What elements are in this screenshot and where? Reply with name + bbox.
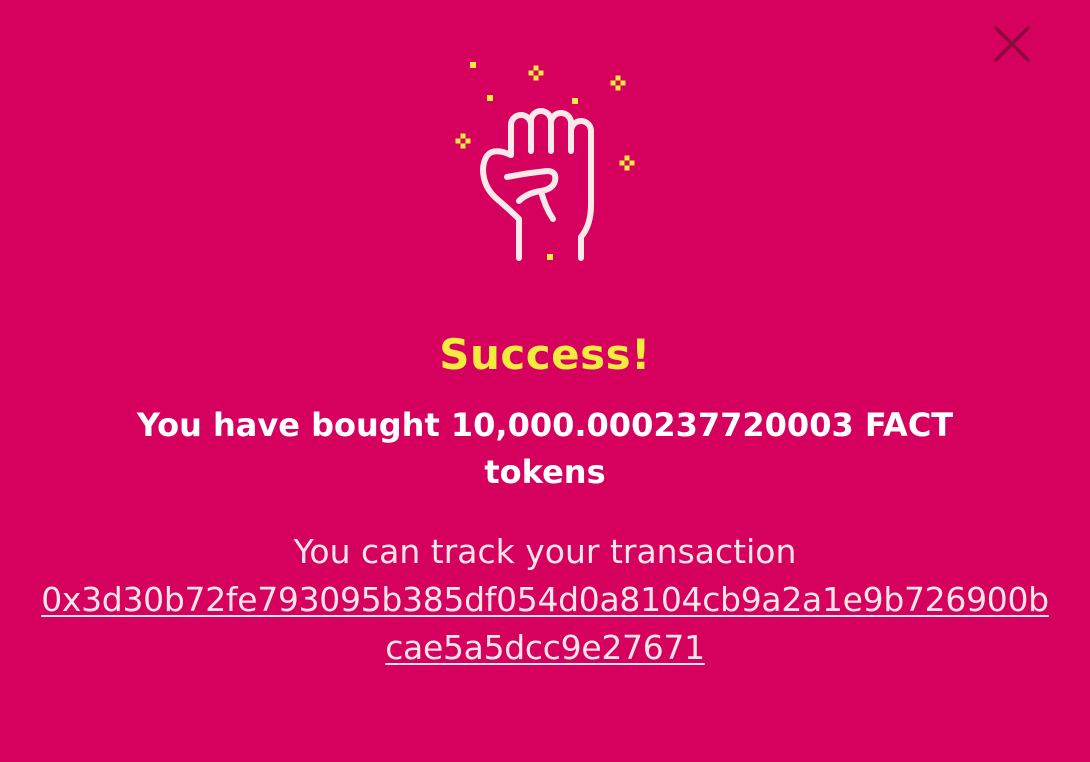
- success-title: Success!: [439, 330, 651, 379]
- purchase-message: You have bought 10,000.000237720003 FACT…: [136, 406, 954, 491]
- close-button[interactable]: [986, 18, 1038, 70]
- close-icon: [994, 26, 1030, 62]
- transaction-link[interactable]: 0x3d30b72fe793095b385df054d0a8104cb9a2a1…: [41, 580, 1049, 667]
- track-label: You can track your transaction: [293, 532, 797, 571]
- raised-fist-icon: [455, 62, 635, 261]
- track-transaction: You can track your transaction 0x3d30b72…: [40, 528, 1050, 672]
- success-dialog: Success! You have bought 10,000.00023772…: [0, 0, 1090, 762]
